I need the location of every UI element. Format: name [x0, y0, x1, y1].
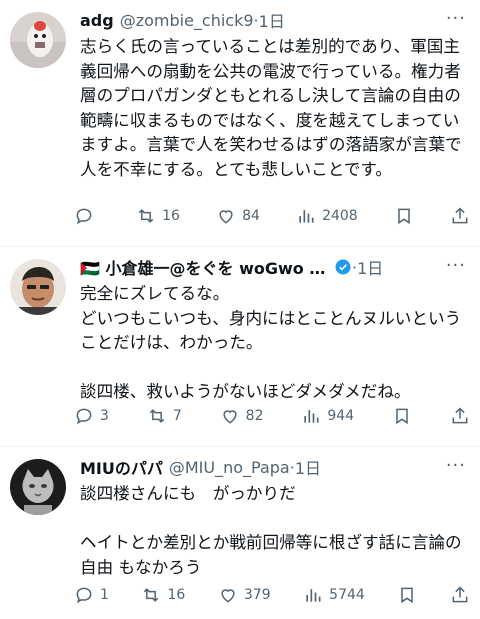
share-icon — [452, 586, 468, 603]
heart-icon — [221, 589, 235, 603]
avatar[interactable] — [10, 259, 66, 315]
tweet-text: 完全にズレてるな。 どいつもこいつも、身内にはとことんヌルいということだけは、わ… — [80, 284, 462, 401]
views-button[interactable]: 944 — [301, 406, 354, 426]
user-handle[interactable]: @zombie_chick9 — [120, 11, 254, 30]
views-count: 5744 — [329, 587, 365, 603]
bookmark-icon — [396, 408, 408, 425]
tweet-header: adg @zombie_chick9 · 1日 — [80, 10, 440, 31]
retweet-button[interactable]: 16 — [141, 585, 185, 605]
like-count: 379 — [243, 587, 271, 603]
tweet-actions: 1 16 379 5744 — [74, 585, 470, 605]
like-button[interactable]: 379 — [218, 585, 271, 605]
more-options-icon[interactable]: ··· — [446, 257, 466, 275]
retweet-button[interactable]: 7 — [147, 406, 182, 426]
views-button[interactable]: 2408 — [296, 206, 358, 226]
retweet-icon — [149, 409, 165, 423]
bookmark-button[interactable] — [397, 585, 417, 605]
reply-count: 1 — [100, 587, 109, 603]
tweet-text: 談四楼さんにも がっかりだ ヘイトとか差別とか戦前回帰等に根ざす話に言論の自由 … — [80, 484, 462, 577]
views-chart-icon — [304, 410, 319, 423]
share-button[interactable] — [450, 206, 470, 226]
tweet-header: 🇵🇸 小倉雄一@をぐを woGwo ちゃ… · 1日 — [80, 257, 440, 278]
bookmark-button[interactable] — [392, 406, 412, 426]
tweet-actions: 3 7 82 944 — [74, 406, 470, 426]
heart-icon — [223, 410, 237, 424]
tweet-header: MIUのパパ @MIU_no_Papa · 1日 — [80, 457, 440, 478]
retweet-button[interactable]: 16 — [136, 206, 180, 226]
avatar[interactable] — [10, 459, 66, 515]
share-button[interactable] — [450, 585, 470, 605]
timestamp[interactable]: 1日 — [295, 457, 321, 477]
reply-icon — [76, 208, 92, 225]
reply-button[interactable]: 1 — [74, 585, 109, 605]
user-handle[interactable]: @MIU_no_Papa — [169, 458, 290, 477]
tweet[interactable]: adg @zombie_chick9 · 1日 ··· 志らく氏の言っていること… — [0, 0, 480, 247]
like-button[interactable]: 84 — [216, 206, 260, 226]
like-count: 84 — [242, 208, 260, 224]
reply-button[interactable] — [74, 206, 100, 226]
bookmark-icon — [398, 208, 410, 225]
reply-button[interactable]: 3 — [74, 406, 109, 426]
like-count: 82 — [245, 408, 264, 424]
share-button[interactable] — [450, 406, 470, 426]
display-name[interactable]: 🇵🇸 小倉雄一@をぐを woGwo ちゃ… — [80, 257, 330, 277]
like-button[interactable]: 82 — [220, 406, 264, 426]
share-icon — [452, 207, 468, 224]
views-count: 944 — [327, 408, 355, 424]
bookmark-icon — [401, 587, 414, 604]
verified-badge-icon — [335, 259, 351, 275]
retweet-icon — [144, 588, 159, 602]
more-options-icon[interactable]: ··· — [446, 457, 466, 475]
tweet-feed: adg @zombie_chick9 · 1日 ··· 志らく氏の言っていること… — [0, 0, 480, 619]
more-options-icon[interactable]: ··· — [446, 10, 466, 28]
share-icon — [452, 407, 468, 424]
timestamp[interactable]: 1日 — [259, 10, 285, 30]
bookmark-button[interactable] — [394, 206, 414, 226]
retweet-count: 7 — [172, 408, 182, 424]
views-chart-icon — [306, 589, 321, 602]
avatar[interactable] — [10, 12, 66, 68]
reply-count: 3 — [100, 408, 109, 424]
views-chart-icon — [299, 210, 314, 223]
reply-icon — [76, 587, 92, 604]
reply-icon — [76, 408, 92, 425]
retweet-count: 16 — [167, 587, 186, 603]
display-name[interactable]: MIUのパパ — [80, 457, 163, 477]
tweet-actions: 16 84 2408 — [74, 206, 470, 226]
heart-icon — [219, 210, 233, 224]
tweet-text: 志らく氏の言っていることは差別的であり、軍国主義回帰への扇動を公共の電波で行って… — [80, 37, 462, 179]
views-count: 2408 — [322, 208, 358, 224]
retweet-count: 16 — [162, 208, 180, 224]
timestamp[interactable]: 1日 — [357, 257, 383, 277]
retweet-icon — [138, 209, 154, 223]
display-name[interactable]: adg — [80, 11, 114, 30]
views-button[interactable]: 5744 — [303, 585, 365, 605]
